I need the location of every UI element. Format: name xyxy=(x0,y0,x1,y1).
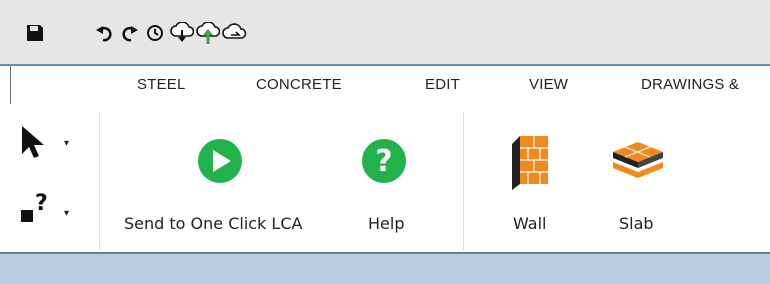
select-tool-dropdown[interactable]: ▾ xyxy=(64,138,69,149)
send-to-lca-label[interactable]: Send to One Click LCA xyxy=(124,214,302,233)
cloud-upload-icon[interactable] xyxy=(196,22,220,46)
tab-steel[interactable]: STEEL xyxy=(137,76,186,93)
ribbon-tabs: STEEL CONCRETE EDIT VIEW DRAWINGS & xyxy=(0,66,770,105)
tab-drawings[interactable]: DRAWINGS & xyxy=(641,76,739,93)
ribbon-panel: ▾ ? ▾ Send to One Click LCA ? Help Wall … xyxy=(0,104,770,252)
redo-icon[interactable] xyxy=(120,24,138,42)
save-icon[interactable] xyxy=(26,24,44,42)
help-icon[interactable]: ? xyxy=(361,138,407,184)
help-context-dropdown[interactable]: ▾ xyxy=(64,208,69,219)
svg-text:?: ? xyxy=(35,191,48,216)
undo-icon[interactable] xyxy=(96,24,114,42)
wall-label[interactable]: Wall xyxy=(513,214,547,233)
select-tool-button[interactable] xyxy=(20,124,46,160)
tab-edit[interactable]: EDIT xyxy=(425,76,460,93)
history-icon[interactable] xyxy=(146,24,164,42)
workspace-area xyxy=(0,254,770,284)
svg-text:?: ? xyxy=(375,144,392,179)
tab-view[interactable]: VIEW xyxy=(529,76,568,93)
group-separator xyxy=(99,112,100,250)
slab-icon[interactable] xyxy=(611,140,665,184)
cloud-sync-icon[interactable] xyxy=(222,22,248,44)
help-label[interactable]: Help xyxy=(368,214,404,233)
group-separator xyxy=(463,112,464,250)
slab-label[interactable]: Slab xyxy=(619,214,654,233)
quick-access-toolbar xyxy=(0,0,770,64)
tab-concrete[interactable]: CONCRETE xyxy=(256,76,342,93)
wall-icon[interactable] xyxy=(510,134,550,192)
play-icon[interactable] xyxy=(197,138,243,184)
help-context-button[interactable]: ? xyxy=(20,190,50,226)
app-window: STEEL CONCRETE EDIT VIEW DRAWINGS & ▾ ? … xyxy=(0,0,770,284)
cloud-download-icon[interactable] xyxy=(170,22,194,44)
